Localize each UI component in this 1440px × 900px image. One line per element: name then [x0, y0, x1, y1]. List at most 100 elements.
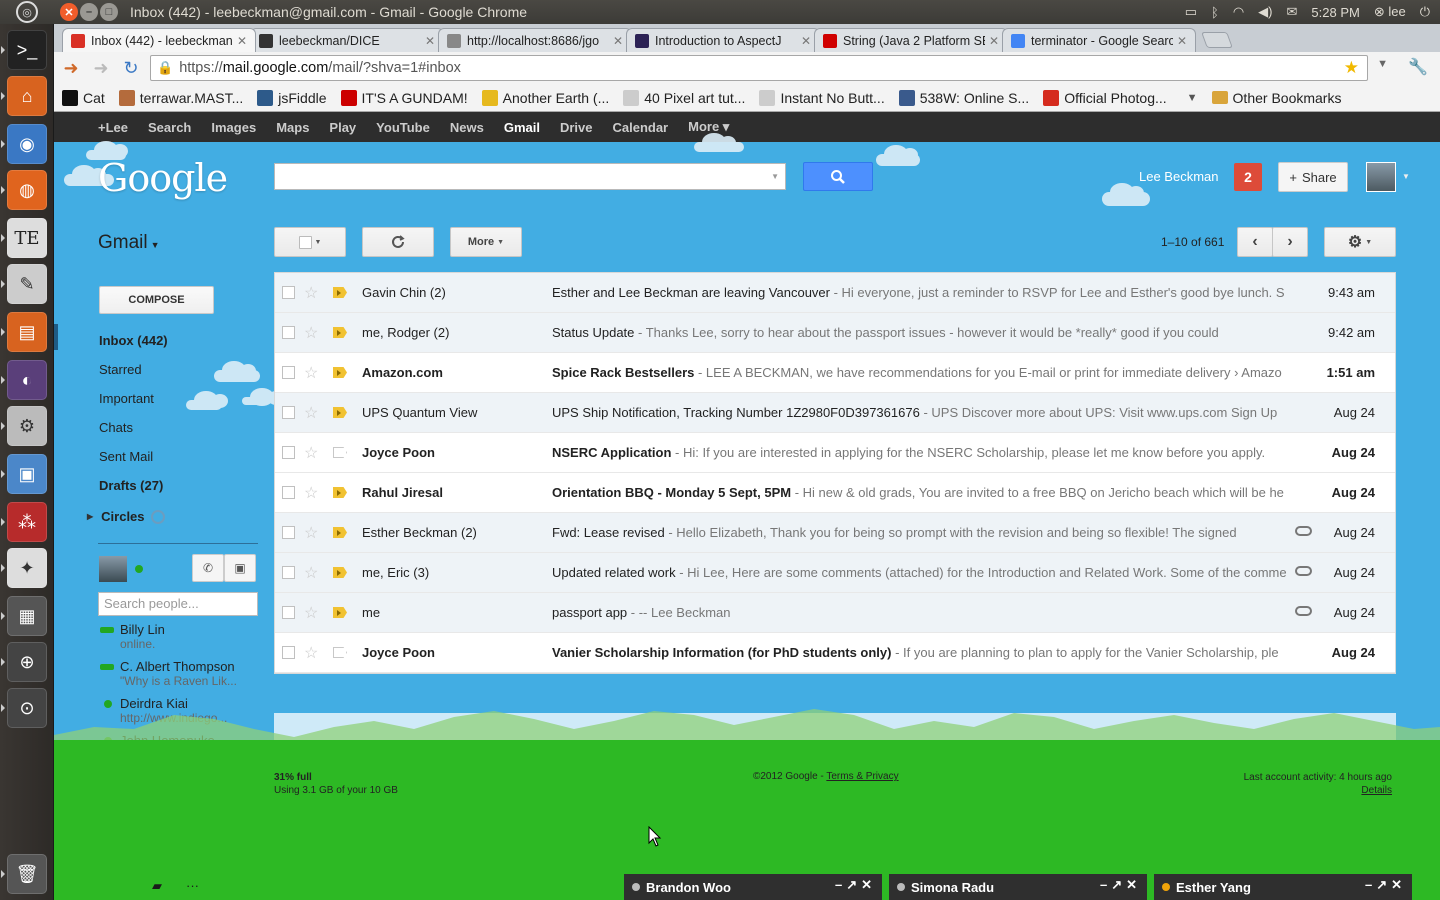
new-chat-button[interactable]: ▣ [224, 554, 256, 582]
gbar-link[interactable]: Maps [276, 120, 309, 135]
chat-window-controls[interactable]: –↗✕ [1365, 877, 1406, 893]
importance-marker-icon[interactable] [333, 567, 347, 578]
text-editor-icon[interactable]: ✎ [1, 264, 47, 304]
email-row[interactable]: ☆ Joyce Poon Vanier Scholarship Informatio… [275, 633, 1395, 673]
sidebar-label-item[interactable]: Starred [99, 355, 168, 384]
select-all-checkbox[interactable]: ▼ [274, 227, 346, 257]
row-checkbox[interactable] [282, 366, 295, 379]
user-avatar[interactable] [1366, 162, 1396, 192]
gbar-link[interactable]: YouTube [376, 120, 430, 135]
email-row[interactable]: ☆ me, Rodger (2) Status Update - Thanks Le… [275, 313, 1395, 353]
mail-icon[interactable]: ✉ [1287, 4, 1298, 20]
row-checkbox[interactable] [282, 606, 295, 619]
chat-window-tab[interactable]: Brandon Woo –↗✕ [624, 874, 882, 900]
circles-label[interactable]: ▶ Circles [87, 509, 165, 524]
mail-search-input[interactable]: ▼ [274, 163, 786, 190]
row-checkbox[interactable] [282, 646, 295, 659]
gbar-link[interactable]: Search [148, 120, 191, 135]
refresh-button[interactable] [362, 227, 434, 257]
importance-marker-icon[interactable] [333, 287, 347, 298]
reload-icon[interactable]: ↻ [118, 56, 144, 80]
chat-bubble-icon[interactable]: ▰ [152, 878, 162, 894]
browser-tab[interactable]: Inbox (442) - leebeckman@ ✕ [62, 28, 256, 52]
star-icon[interactable]: ☆ [304, 483, 318, 503]
star-icon[interactable]: ☆ [304, 403, 318, 423]
bookmark-star-icon[interactable]: ★ [1344, 58, 1359, 78]
power-icon[interactable]: ⏻ [1420, 4, 1430, 20]
folder-icon[interactable]: ▤ [1, 312, 47, 352]
gbar-link[interactable]: Gmail [504, 120, 540, 135]
importance-marker-icon[interactable] [333, 647, 347, 658]
more-options-icon[interactable]: ··· [186, 878, 199, 894]
page-menu-icon[interactable]: ▼ [1377, 58, 1388, 70]
minimize-window-button[interactable]: – [80, 3, 98, 21]
gbar-link[interactable]: Calendar [612, 120, 668, 135]
search-lens-icon[interactable]: ⊙ [1, 688, 47, 728]
zoom-icon[interactable]: ⊕ [1, 642, 47, 682]
home-folder-icon[interactable]: ⌂ [1, 76, 47, 116]
bookmark-item[interactable]: Another Earth (... [481, 89, 609, 106]
notifications-count[interactable]: 2 [1234, 163, 1262, 191]
importance-marker-icon[interactable] [333, 447, 347, 458]
terms-link[interactable]: Terms & Privacy [826, 771, 898, 782]
chat-window-tab[interactable]: Simona Radu –↗✕ [889, 874, 1147, 900]
volume-icon[interactable]: ◀) [1258, 4, 1272, 20]
chat-window-controls[interactable]: –↗✕ [1100, 877, 1141, 893]
star-icon[interactable]: ☆ [304, 563, 318, 583]
people-search-input[interactable]: Search people... [98, 592, 258, 616]
gbar-link[interactable]: Drive [560, 120, 593, 135]
email-row[interactable]: ☆ Esther Beckman (2) Fwd: Lease revised - … [275, 513, 1395, 553]
forward-icon[interactable]: ➜ [88, 56, 114, 80]
star-icon[interactable]: ☆ [304, 443, 318, 463]
clock[interactable]: 5:28 PM [1311, 5, 1359, 20]
close-tab-icon[interactable]: ✕ [1177, 34, 1187, 48]
close-tab-icon[interactable]: ✕ [989, 34, 999, 48]
gbar-link[interactable]: News [450, 120, 484, 135]
bookmarks-overflow-icon[interactable]: ▼ [1187, 92, 1198, 104]
details-link[interactable]: Details [1361, 785, 1392, 796]
search-options-icon[interactable]: ▼ [771, 172, 779, 181]
close-tab-icon[interactable]: ✕ [237, 34, 247, 48]
importance-marker-icon[interactable] [333, 367, 347, 378]
virtualbox-icon[interactable]: ▣ [1, 454, 47, 494]
call-phone-button[interactable]: ✆ [192, 554, 224, 582]
address-bar[interactable]: 🔒 https://mail.google.com/mail/?shva=1#i… [150, 55, 1368, 81]
more-actions-button[interactable]: More ▼ [450, 227, 522, 257]
star-icon[interactable]: ☆ [304, 323, 318, 343]
star-icon[interactable]: ☆ [304, 363, 318, 383]
back-icon[interactable]: ➜ [58, 56, 84, 80]
star-icon[interactable]: ☆ [304, 643, 318, 663]
bookmark-item[interactable]: Official Photog... [1043, 89, 1167, 106]
email-row[interactable]: ☆ Joyce Poon NSERC Application - Hi: If yo… [275, 433, 1395, 473]
tex-icon[interactable]: TE [1, 218, 47, 258]
email-row[interactable]: ☆ Gavin Chin (2) Esther and Lee Beckman ar… [275, 273, 1395, 313]
chrome-icon[interactable]: ◉ [1, 124, 47, 164]
email-row[interactable]: ☆ UPS Quantum View UPS Ship Notification, … [275, 393, 1395, 433]
bookmark-item[interactable]: 40 Pixel art tut... [623, 89, 745, 106]
sidebar-label-item[interactable]: Inbox (442) [99, 326, 168, 355]
close-tab-icon[interactable]: ✕ [425, 34, 435, 48]
bookmark-item[interactable]: 538W: Online S... [898, 89, 1029, 106]
terminal-icon[interactable]: >_ [1, 30, 47, 70]
share-button[interactable]: + Share [1278, 162, 1348, 192]
settings-button[interactable]: ⚙ ▼ [1324, 227, 1396, 257]
close-tab-icon[interactable]: ✕ [801, 34, 811, 48]
sidebar-label-item[interactable]: Sent Mail [99, 442, 168, 471]
gbar-link[interactable]: Images [211, 120, 256, 135]
bookmark-item[interactable]: terrawar.MAST... [118, 89, 243, 106]
star-icon[interactable]: ☆ [304, 283, 318, 303]
bookmark-item[interactable]: IT'S A GUNDAM! [340, 89, 468, 106]
browser-tab[interactable]: terminator - Google Searc ✕ [1002, 28, 1196, 52]
disk-utility-icon[interactable]: ⚙ [1, 406, 47, 446]
wrench-icon[interactable]: 🔧 [1408, 57, 1428, 77]
row-checkbox[interactable] [282, 526, 295, 539]
chat-contact[interactable]: C. Albert Thompson "Why is a Raven Lik... [98, 659, 268, 688]
close-window-button[interactable]: ✕ [60, 3, 78, 21]
browser-tab[interactable]: http://localhost:8686/jgo ✕ [438, 28, 632, 52]
close-tab-icon[interactable]: ✕ [613, 34, 623, 48]
star-icon[interactable]: ☆ [304, 523, 318, 543]
email-row[interactable]: ☆ Amazon.com Spice Rack Bestsellers - LEE … [275, 353, 1395, 393]
browser-tab[interactable]: Introduction to AspectJ ✕ [626, 28, 820, 52]
chat-window-controls[interactable]: –↗✕ [835, 877, 876, 893]
bluetooth-icon[interactable]: ᛒ [1211, 5, 1219, 20]
